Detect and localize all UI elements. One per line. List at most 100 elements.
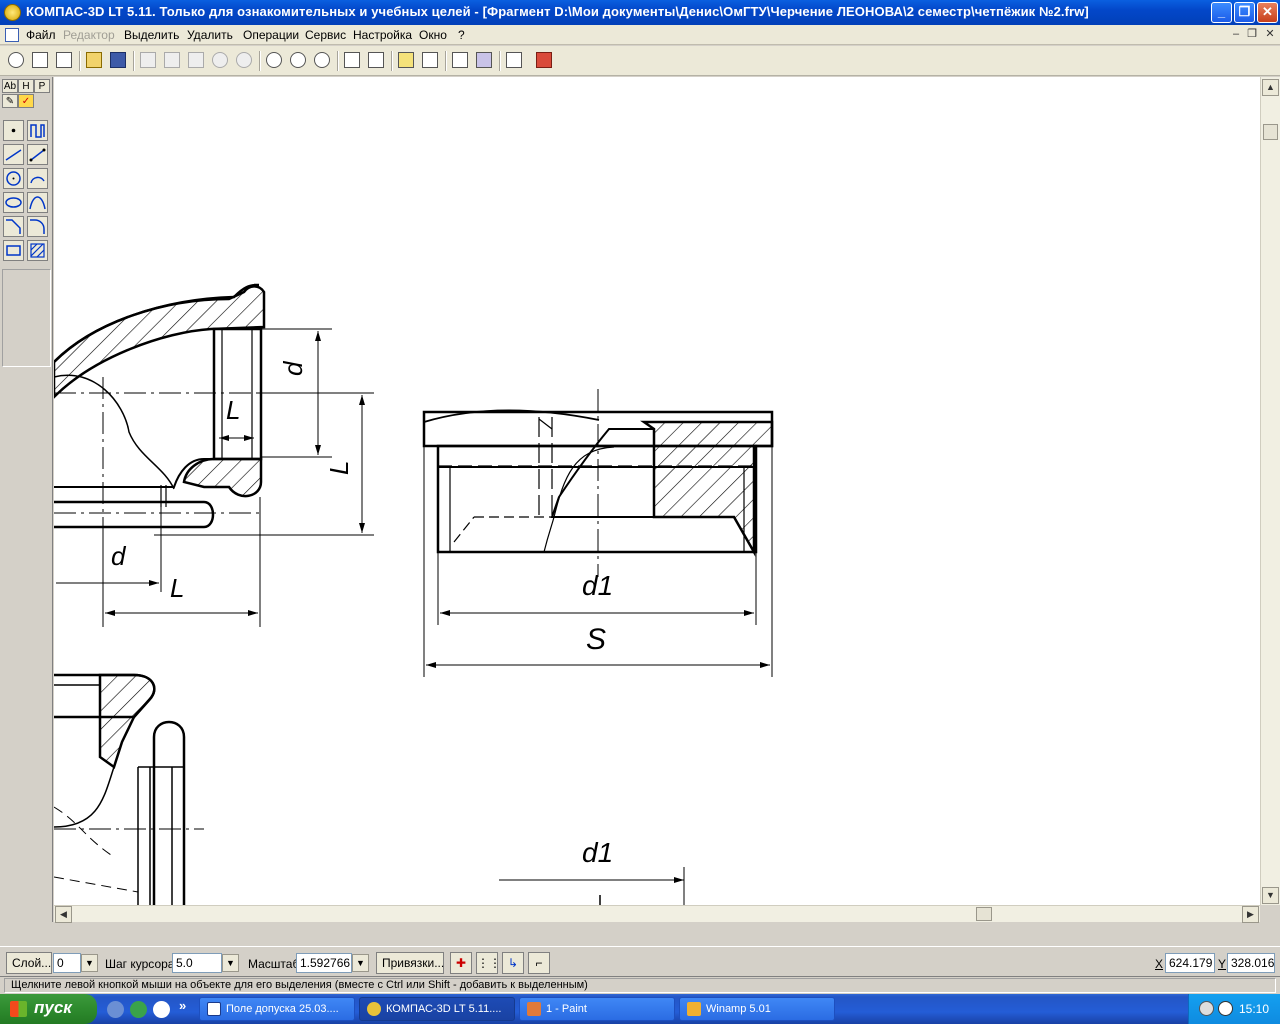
quicklaunch-panda-icon[interactable] <box>153 1001 170 1018</box>
pan-icon[interactable] <box>341 49 363 71</box>
drawing-svg[interactable]: d L L d L d1 S d1 <box>54 77 1260 905</box>
menu-select[interactable]: Выделить <box>124 28 179 42</box>
tab-dimensions[interactable]: H <box>18 79 34 93</box>
scroll-up-icon[interactable]: ▲ <box>1262 79 1279 96</box>
ellipse-tool-icon[interactable] <box>3 192 24 213</box>
horizontal-scroll-thumb[interactable] <box>976 907 992 921</box>
title-bar[interactable]: КОМПАС-3D LT 5.11. Только для ознакомите… <box>0 0 1280 25</box>
zoom-out-icon[interactable] <box>311 49 333 71</box>
part-elbow-lower[interactable] <box>54 673 204 905</box>
task-button-kompas[interactable]: КОМПАС-3D LT 5.11.... <box>359 997 515 1021</box>
line-tool-icon[interactable] <box>3 144 24 165</box>
local-cs-icon[interactable]: ✚ <box>450 952 472 974</box>
tab-text-symbols[interactable]: Аb <box>2 79 18 93</box>
task-button-word[interactable]: Поле допуска 25.03.... <box>199 997 355 1021</box>
dimensions-bottom[interactable] <box>499 867 685 905</box>
cut-icon[interactable] <box>137 49 159 71</box>
mdi-close-button[interactable]: ✕ <box>1262 28 1278 42</box>
copy-icon[interactable] <box>161 49 183 71</box>
refresh-icon[interactable] <box>395 49 417 71</box>
kompas-app-icon[interactable] <box>4 4 21 21</box>
zoom-window-icon[interactable] <box>263 49 285 71</box>
mdi-restore-button[interactable]: ❐ <box>1244 28 1260 42</box>
context-help-icon[interactable] <box>503 49 525 71</box>
mdi-minimize-button[interactable]: – <box>1228 28 1244 42</box>
layer-button[interactable]: Слой... <box>6 952 52 974</box>
grid-icon[interactable]: ⋮⋮ <box>476 952 501 974</box>
scroll-right-icon[interactable]: ▶ <box>1242 906 1259 923</box>
menu-window[interactable]: Окно <box>419 28 447 42</box>
panel-empty-area <box>2 269 51 367</box>
bezier-tool-icon[interactable] <box>27 192 48 213</box>
main-toolbar <box>0 46 1280 76</box>
undo-icon[interactable] <box>209 49 231 71</box>
save-icon[interactable] <box>107 49 129 71</box>
x-coordinate-field[interactable]: 624.179 <box>1165 953 1215 973</box>
layer-field[interactable]: 0 <box>53 953 81 973</box>
document-icon[interactable] <box>5 28 19 42</box>
show-all-icon[interactable] <box>365 49 387 71</box>
tray-app-icon[interactable] <box>1199 1001 1214 1016</box>
minimize-button[interactable]: _ <box>1211 2 1232 23</box>
quicklaunch-browser-icon[interactable] <box>130 1001 147 1018</box>
new-sheet-icon[interactable] <box>29 49 51 71</box>
new-fragment-icon[interactable] <box>53 49 75 71</box>
ortho-icon[interactable]: ↳ <box>502 952 524 974</box>
quicklaunch-app-icon[interactable] <box>107 1001 124 1018</box>
polyline-tool-icon[interactable] <box>27 120 48 141</box>
print-preview-icon[interactable] <box>449 49 471 71</box>
drawing-canvas[interactable]: d L L d L d1 S d1 <box>54 77 1260 905</box>
circle-tool-icon[interactable] <box>3 168 24 189</box>
open-folder-icon[interactable] <box>83 49 105 71</box>
menu-editor[interactable]: Редактор <box>63 28 115 42</box>
menu-settings[interactable]: Настройка <box>353 28 412 42</box>
measure-icon[interactable] <box>419 49 441 71</box>
vertical-scrollbar[interactable]: ▲ ▼ <box>1260 77 1280 905</box>
quicklaunch-more-icon[interactable]: » <box>179 998 186 1013</box>
redo-icon[interactable] <box>233 49 255 71</box>
cursor-step-field[interactable]: 5.0 <box>172 953 222 973</box>
snap-button[interactable]: Привязки... <box>376 952 444 974</box>
tray-clock[interactable]: 15:10 <box>1239 1002 1269 1016</box>
task-button-paint[interactable]: 1 - Paint <box>519 997 675 1021</box>
part-nut-section[interactable] <box>422 389 774 577</box>
menu-service[interactable]: Сервис <box>305 28 346 42</box>
scroll-down-icon[interactable]: ▼ <box>1262 887 1279 904</box>
arc-tool-icon[interactable] <box>27 168 48 189</box>
fillet-tool-icon[interactable] <box>27 216 48 237</box>
status-hint: Щелкните левой кнопкой мыши на объекте д… <box>4 978 1276 993</box>
menu-delete[interactable]: Удалить <box>187 28 233 42</box>
zoom-in-icon[interactable] <box>287 49 309 71</box>
tab-geometry[interactable]: ✓ <box>18 94 34 108</box>
vertical-scroll-thumb[interactable] <box>1263 124 1278 140</box>
close-button[interactable]: ✕ <box>1257 2 1278 23</box>
paste-icon[interactable] <box>185 49 207 71</box>
tab-edit[interactable]: ✎ <box>2 94 18 108</box>
point-tool-icon[interactable] <box>3 120 24 141</box>
windows-flag-icon <box>10 1001 27 1017</box>
label-l-bottom: L <box>170 573 184 603</box>
task-button-winamp[interactable]: Winamp 5.01 <box>679 997 835 1021</box>
print-icon[interactable] <box>473 49 495 71</box>
menu-file[interactable]: Файл <box>26 28 56 42</box>
menu-help[interactable]: ? <box>458 28 465 42</box>
scale-dropdown-icon[interactable]: ▼ <box>352 954 369 972</box>
tray-clock-icon[interactable] <box>1218 1001 1233 1016</box>
model-icon[interactable] <box>5 49 27 71</box>
scale-field[interactable]: 1.592766 <box>296 953 352 973</box>
cursor-step-dropdown-icon[interactable]: ▼ <box>222 954 239 972</box>
y-coordinate-field[interactable]: 328.016 <box>1227 953 1275 973</box>
segment-tool-icon[interactable] <box>27 144 48 165</box>
maximize-button[interactable]: ❐ <box>1234 2 1255 23</box>
round-mode-icon[interactable]: ⌐ <box>528 952 550 974</box>
rectangle-tool-icon[interactable] <box>3 240 24 261</box>
tab-parameters[interactable]: P <box>34 79 50 93</box>
chamfer-tool-icon[interactable] <box>3 216 24 237</box>
horizontal-scrollbar[interactable]: ◀ ▶ <box>54 905 1260 923</box>
hatch-tool-icon[interactable] <box>27 240 48 261</box>
start-button[interactable]: пуск <box>0 994 97 1024</box>
layer-dropdown-icon[interactable]: ▼ <box>81 954 98 972</box>
menu-operations[interactable]: Операции <box>243 28 299 42</box>
exit-icon[interactable] <box>533 49 555 71</box>
scroll-left-icon[interactable]: ◀ <box>55 906 72 923</box>
